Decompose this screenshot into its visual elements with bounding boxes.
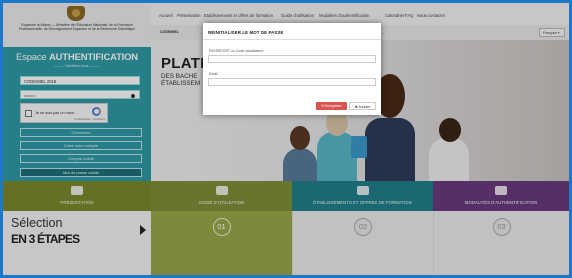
selection-steps: Sélection EN 3 ÉTAPES 01 02 03	[3, 211, 569, 275]
id-card-icon	[495, 186, 507, 195]
language-select[interactable]: Français ▾	[539, 28, 565, 37]
moroccan-emblem-icon	[67, 6, 85, 21]
feature-label: PRÉSENTATION	[60, 200, 94, 205]
step-2[interactable]: 02	[292, 211, 433, 275]
steps-title: Sélection	[11, 216, 63, 230]
feature-label: ÉTABLISSEMENTS ET OFFRES DE FORMATION	[313, 200, 412, 205]
recaptcha-logo-icon	[92, 107, 101, 116]
cin-code-input[interactable]	[208, 55, 376, 63]
espace-title-bold: AUTHENTIFICATION	[48, 52, 138, 63]
auth-sidebar: Royaume du Maroc — Ministère de l'Éducat…	[3, 3, 151, 181]
feature-etablissements[interactable]: ÉTABLISSEMENTS ET OFFRES DE FORMATION	[292, 181, 433, 211]
hero-sub-line2: ÉTABLISSEM	[161, 80, 201, 87]
email-field[interactable]	[208, 78, 376, 86]
cancel-button[interactable]: ✖ Annuler	[349, 102, 376, 110]
cin-input[interactable]: CODEMIEL 2018	[20, 76, 140, 85]
forgot-password-button[interactable]: Mot de passe oublié	[20, 168, 142, 177]
cin-label: PASSEPORT ou Code candidature	[209, 49, 264, 53]
login-button[interactable]: Connexion	[20, 128, 142, 137]
nav-item-accueil[interactable]: Accueil	[159, 13, 173, 18]
create-account-button[interactable]: Créer votre compte	[20, 141, 142, 150]
step-number: 02	[354, 218, 372, 236]
submit-button[interactable]: ✉ Enregistrer	[316, 102, 347, 110]
step-1[interactable]: 01	[151, 211, 292, 275]
hero-subtitle: DES BACHE ÉTABLISSEM	[161, 73, 200, 87]
captcha-label: Je ne suis pas un robot	[35, 111, 75, 115]
modal-title: RÉINITIALISER LE MOT DE PASSE	[208, 30, 284, 35]
nav-item-modalites[interactable]: Modalités d'authentification	[319, 13, 369, 18]
captcha-checkbox[interactable]	[25, 110, 32, 117]
nav-item-presentation[interactable]: Présentation	[177, 13, 201, 18]
arrow-right-icon	[140, 225, 146, 235]
nav-item-contact[interactable]: Nous contacter	[417, 13, 445, 18]
captcha-terms[interactable]: Confidentialité - Conditions	[74, 118, 105, 121]
step-number: 03	[492, 218, 511, 236]
top-navigation: Accueil Présentation Etablissements et o…	[151, 3, 569, 25]
logo-header: Royaume du Maroc — Ministère de l'Éducat…	[3, 3, 151, 47]
nav-item-guide[interactable]: Guide d'utilisation	[281, 13, 314, 18]
forgot-account-button[interactable]: Compte oublié	[20, 154, 142, 163]
feature-modalites[interactable]: MODALITÉS D'AUTHENTIFICATION	[433, 181, 569, 211]
espace-prefix: Espace	[16, 52, 47, 63]
guide-icon	[215, 186, 228, 195]
nav-item-calendrier[interactable]: Calendrier	[385, 13, 404, 18]
browser-viewport: Royaume du Maroc — Ministère de l'Éducat…	[3, 3, 569, 275]
nav-item-etablissements[interactable]: Etablissements et offres de formation	[204, 13, 273, 18]
email-label: Email	[209, 72, 218, 76]
steps-subtitle: EN 3 ÉTAPES	[11, 232, 80, 246]
graduation-cap-icon	[356, 186, 369, 195]
presentation-icon	[71, 186, 83, 195]
hero-sub-line1: DES BACHE	[161, 73, 198, 80]
feature-label: GUIDE D'UTILISATION	[198, 200, 245, 205]
step-3[interactable]: 03	[433, 211, 569, 275]
espace-subtitle: ——— Identifiez-vous ———	[53, 64, 101, 68]
recaptcha-widget[interactable]: Je ne suis pas un robot Confidentialité …	[20, 103, 108, 123]
subbar-label: CODEMIEL	[160, 30, 179, 34]
ministry-name: Royaume du Maroc — Ministère de l'Éducat…	[18, 23, 136, 32]
step-number: 01	[212, 218, 231, 236]
feature-presentation[interactable]: PRÉSENTATION	[3, 181, 151, 211]
reset-password-modal: RÉINITIALISER LE MOT DE PASSE PASSEPORT …	[203, 23, 381, 115]
espace-title: Espace AUTHENTIFICATION	[3, 52, 151, 63]
feature-guide[interactable]: GUIDE D'UTILISATION	[151, 181, 292, 211]
password-value: ••••••••	[24, 93, 36, 98]
eye-icon[interactable]	[131, 93, 135, 98]
password-field[interactable]: ••••••••	[20, 90, 140, 99]
divider	[203, 39, 381, 40]
feature-label: MODALITÉS D'AUTHENTIFICATION	[464, 200, 538, 205]
nav-item-faq[interactable]: FAQ	[405, 13, 413, 18]
